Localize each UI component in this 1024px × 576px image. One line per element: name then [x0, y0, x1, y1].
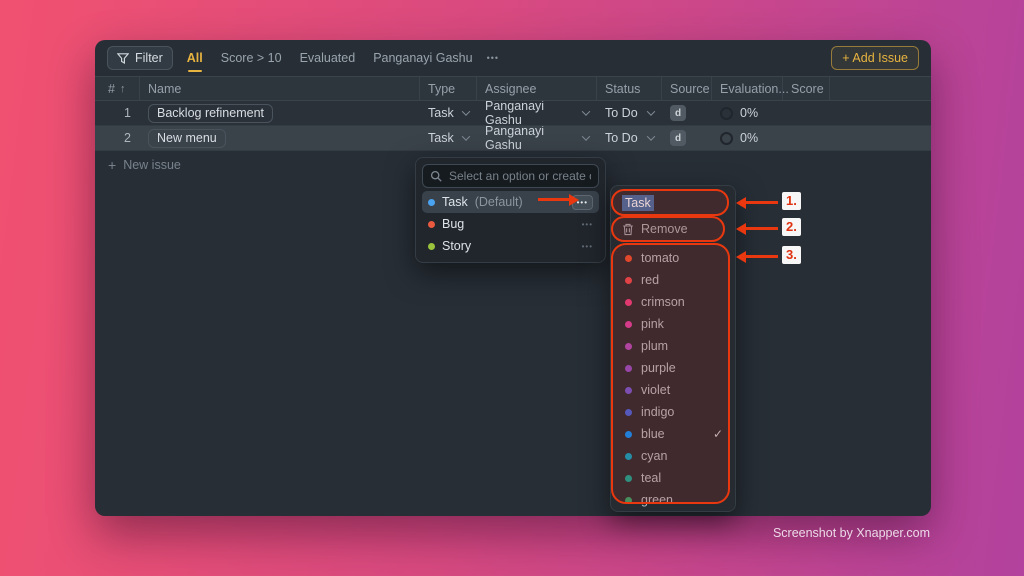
- annotation-arrow-2: [745, 227, 778, 230]
- type-cell[interactable]: Task: [420, 101, 477, 125]
- issue-name-pill[interactable]: New menu: [148, 129, 226, 148]
- option-default-suffix: (Default): [475, 195, 523, 209]
- toolbar: Filter All Score > 10 Evaluated: [95, 40, 931, 76]
- view-tabs: All Score > 10 Evaluated Panganayi Gashu: [187, 49, 473, 67]
- view-tab-label: All: [187, 51, 203, 65]
- annotation-arrow-3: [745, 255, 778, 258]
- plus-icon: +: [842, 51, 849, 65]
- annotation-label-1: 1.: [782, 192, 801, 210]
- annotation-label-2: 2.: [782, 218, 801, 236]
- option-label: Bug: [442, 217, 464, 231]
- option-item[interactable]: Story •••: [422, 235, 599, 257]
- column-header-num[interactable]: # ↑: [95, 77, 140, 100]
- issue-name-cell[interactable]: Backlog refinement: [140, 101, 420, 125]
- option-search-input[interactable]: [449, 169, 591, 183]
- source-app-icon[interactable]: d: [670, 105, 686, 121]
- option-color-dot: [428, 221, 435, 228]
- source-cell[interactable]: d: [662, 126, 712, 150]
- option-label: Story: [442, 239, 471, 253]
- status-cell[interactable]: To Do: [597, 126, 662, 150]
- status-cell[interactable]: To Do: [597, 101, 662, 125]
- annotation-box-2: [611, 216, 725, 242]
- table-row[interactable]: 2 New menu Task Panganayi Gashu To Do d …: [95, 126, 931, 151]
- plus-icon: +: [108, 157, 116, 173]
- gradient-background: Filter All Score > 10 Evaluated: [0, 0, 1024, 576]
- annotation-arrow-1: [745, 201, 778, 204]
- chevron-down-icon: [462, 132, 470, 140]
- column-header-type[interactable]: Type: [420, 77, 477, 100]
- issue-name-cell[interactable]: New menu: [140, 126, 420, 150]
- chevron-down-icon: [647, 132, 655, 140]
- view-tab[interactable]: Score > 10: [221, 49, 282, 67]
- view-tab[interactable]: Panganayi Gashu: [373, 49, 472, 67]
- annotation-label-3: 3.: [782, 246, 801, 264]
- filter-label: Filter: [135, 51, 163, 65]
- option-item[interactable]: Bug •••: [422, 213, 599, 235]
- assignee-cell[interactable]: Panganayi Gashu: [477, 101, 597, 125]
- view-tab-label: Panganayi Gashu: [373, 51, 472, 65]
- score-cell[interactable]: [783, 101, 830, 125]
- column-header-score[interactable]: Score: [783, 77, 830, 100]
- option-list: Bug ••• Story •••: [422, 213, 599, 257]
- option-label: Task: [442, 195, 468, 209]
- chevron-down-icon: [582, 132, 590, 140]
- type-select-dropdown: Task (Default) ••• Bug ••• Story •••: [415, 157, 606, 263]
- column-header-name[interactable]: Name: [140, 77, 420, 100]
- option-search-box[interactable]: [422, 164, 599, 188]
- evaluation-cell[interactable]: 0%: [712, 126, 783, 150]
- table-header: # ↑ Name Type Assignee Status Source Eva…: [95, 76, 931, 101]
- table-body: 1 Backlog refinement Task Panganayi Gash…: [95, 101, 931, 151]
- app-window: Filter All Score > 10 Evaluated: [95, 40, 931, 516]
- option-color-dot: [428, 199, 435, 206]
- column-header-evaluation[interactable]: Evaluation...: [712, 77, 783, 100]
- option-color-dot: [428, 243, 435, 250]
- column-header-assignee[interactable]: Assignee: [477, 77, 597, 100]
- column-header-filler: [830, 77, 931, 100]
- score-cell[interactable]: [783, 126, 830, 150]
- annotation-box-1: [611, 189, 729, 216]
- assignee-cell[interactable]: Panganayi Gashu: [477, 126, 597, 150]
- funnel-icon: [117, 53, 129, 64]
- progress-ring-icon: [720, 107, 733, 120]
- search-icon: [430, 170, 443, 183]
- filter-button[interactable]: Filter: [107, 46, 173, 70]
- column-header-status[interactable]: Status: [597, 77, 662, 100]
- issue-name-pill[interactable]: Backlog refinement: [148, 104, 273, 123]
- option-menu-button[interactable]: •••: [582, 220, 593, 229]
- progress-ring-icon: [720, 132, 733, 145]
- view-tab-label: Evaluated: [300, 51, 356, 65]
- annotation-arrow-to-menu: [538, 198, 570, 201]
- filler-cell: [830, 101, 931, 125]
- issue-number-cell: 1: [95, 101, 140, 125]
- add-issue-label: Add Issue: [852, 51, 908, 65]
- source-cell[interactable]: d: [662, 101, 712, 125]
- table-row[interactable]: 1 Backlog refinement Task Panganayi Gash…: [95, 101, 931, 126]
- source-app-icon[interactable]: d: [670, 130, 686, 146]
- column-header-source[interactable]: Source: [662, 77, 712, 100]
- chevron-down-icon: [582, 107, 590, 115]
- add-issue-button[interactable]: + Add Issue: [831, 46, 919, 70]
- watermark-credit: Screenshot by Xnapper.com: [773, 526, 930, 540]
- sort-ascending-icon: ↑: [120, 83, 126, 95]
- annotation-box-3: [611, 243, 730, 504]
- view-tab-label: Score > 10: [221, 51, 282, 65]
- filler-cell: [830, 126, 931, 150]
- evaluation-cell[interactable]: 0%: [712, 101, 783, 125]
- num-header-label: #: [108, 82, 115, 96]
- new-issue-label: New issue: [123, 158, 181, 172]
- issue-number-cell: 2: [95, 126, 140, 150]
- view-tab[interactable]: Evaluated: [300, 49, 356, 67]
- view-tab[interactable]: All: [187, 49, 203, 67]
- chevron-down-icon: [462, 107, 470, 115]
- more-views-button[interactable]: •••: [487, 53, 499, 63]
- chevron-down-icon: [647, 107, 655, 115]
- option-menu-button[interactable]: •••: [582, 242, 593, 251]
- type-cell[interactable]: Task: [420, 126, 477, 150]
